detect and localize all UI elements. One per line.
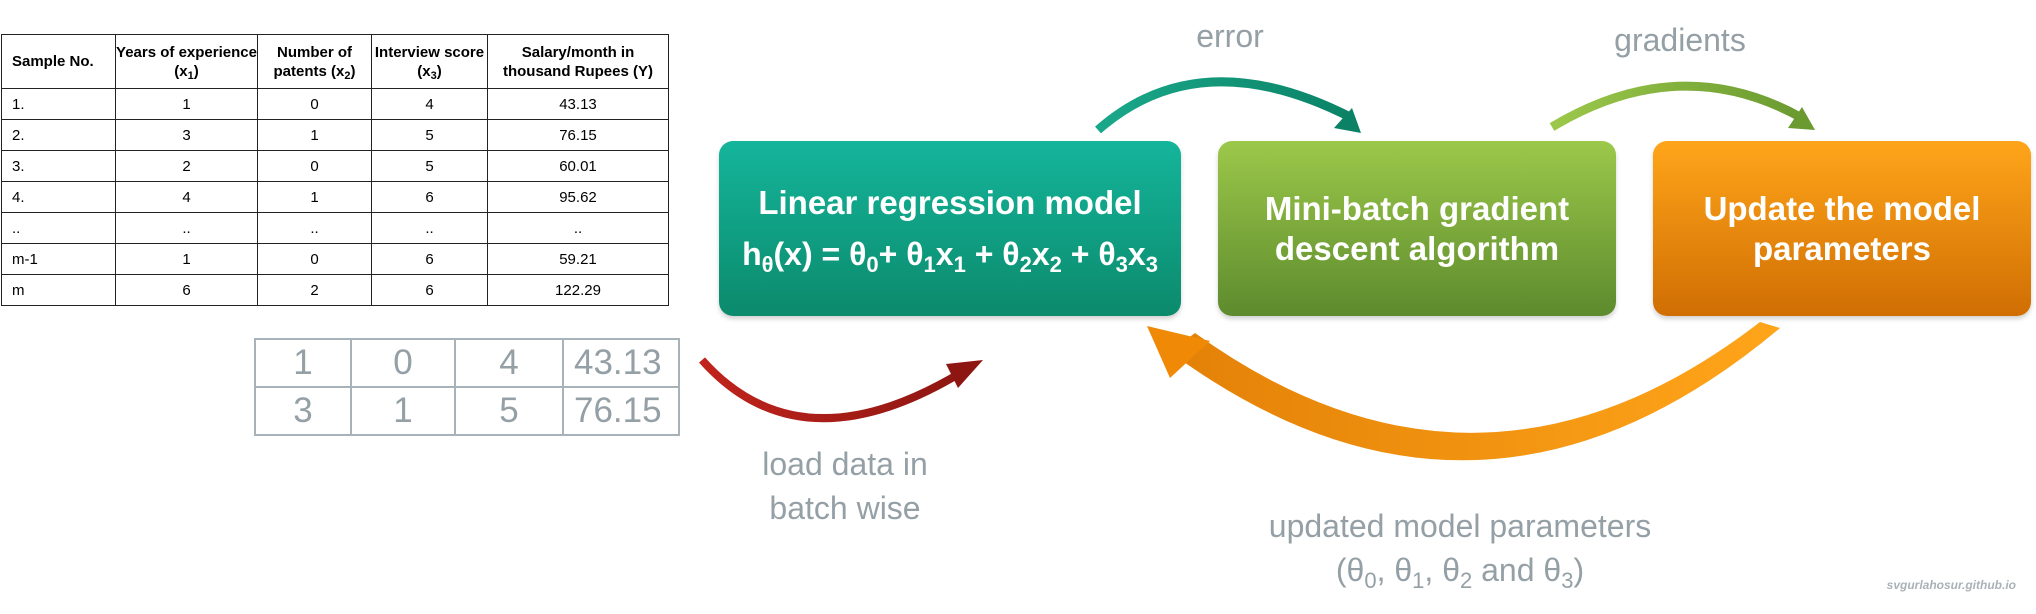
load-data-label: load data in batch wise (720, 442, 970, 530)
update-line1: Update the model (1703, 189, 1981, 227)
update-line2: parameters (1753, 229, 1931, 267)
model-title: Linear regression model (758, 184, 1142, 221)
gradients-arrow (1549, 81, 1815, 131)
updated-label-line2: (θ0, θ1, θ2 and θ3) (1335, 552, 1585, 593)
model-formula: hθ(x) = θ0+ θ1x1 + θ2x2 + θ3x3 (742, 236, 1158, 277)
gd-line2: descent algorithm (1274, 229, 1560, 267)
linear-regression-model-box: Linear regression model hθ(x) = θ0+ θ1x1… (719, 141, 1181, 316)
update-parameters-box: Update the model parameters (1653, 141, 2031, 316)
load-label-line1: load data in (762, 446, 928, 482)
load-label-line2: batch wise (769, 490, 921, 526)
updated-label-line1: updated model parameters (1268, 508, 1652, 544)
gd-line1: Mini-batch gradient (1264, 189, 1570, 227)
gradient-descent-box: Mini-batch gradient descent algorithm (1218, 141, 1616, 316)
error-label: error (1196, 18, 1264, 54)
updated-params-label: updated model parameters (θ0, θ1, θ2 and… (1210, 504, 1710, 592)
watermark: svgurlahosur.github.io (1886, 578, 2016, 592)
updated-params-arrow (1147, 322, 1780, 461)
load-data-arrow (699, 357, 983, 423)
gradients-label: gradients (1614, 22, 1746, 58)
error-arrow (1095, 77, 1361, 134)
